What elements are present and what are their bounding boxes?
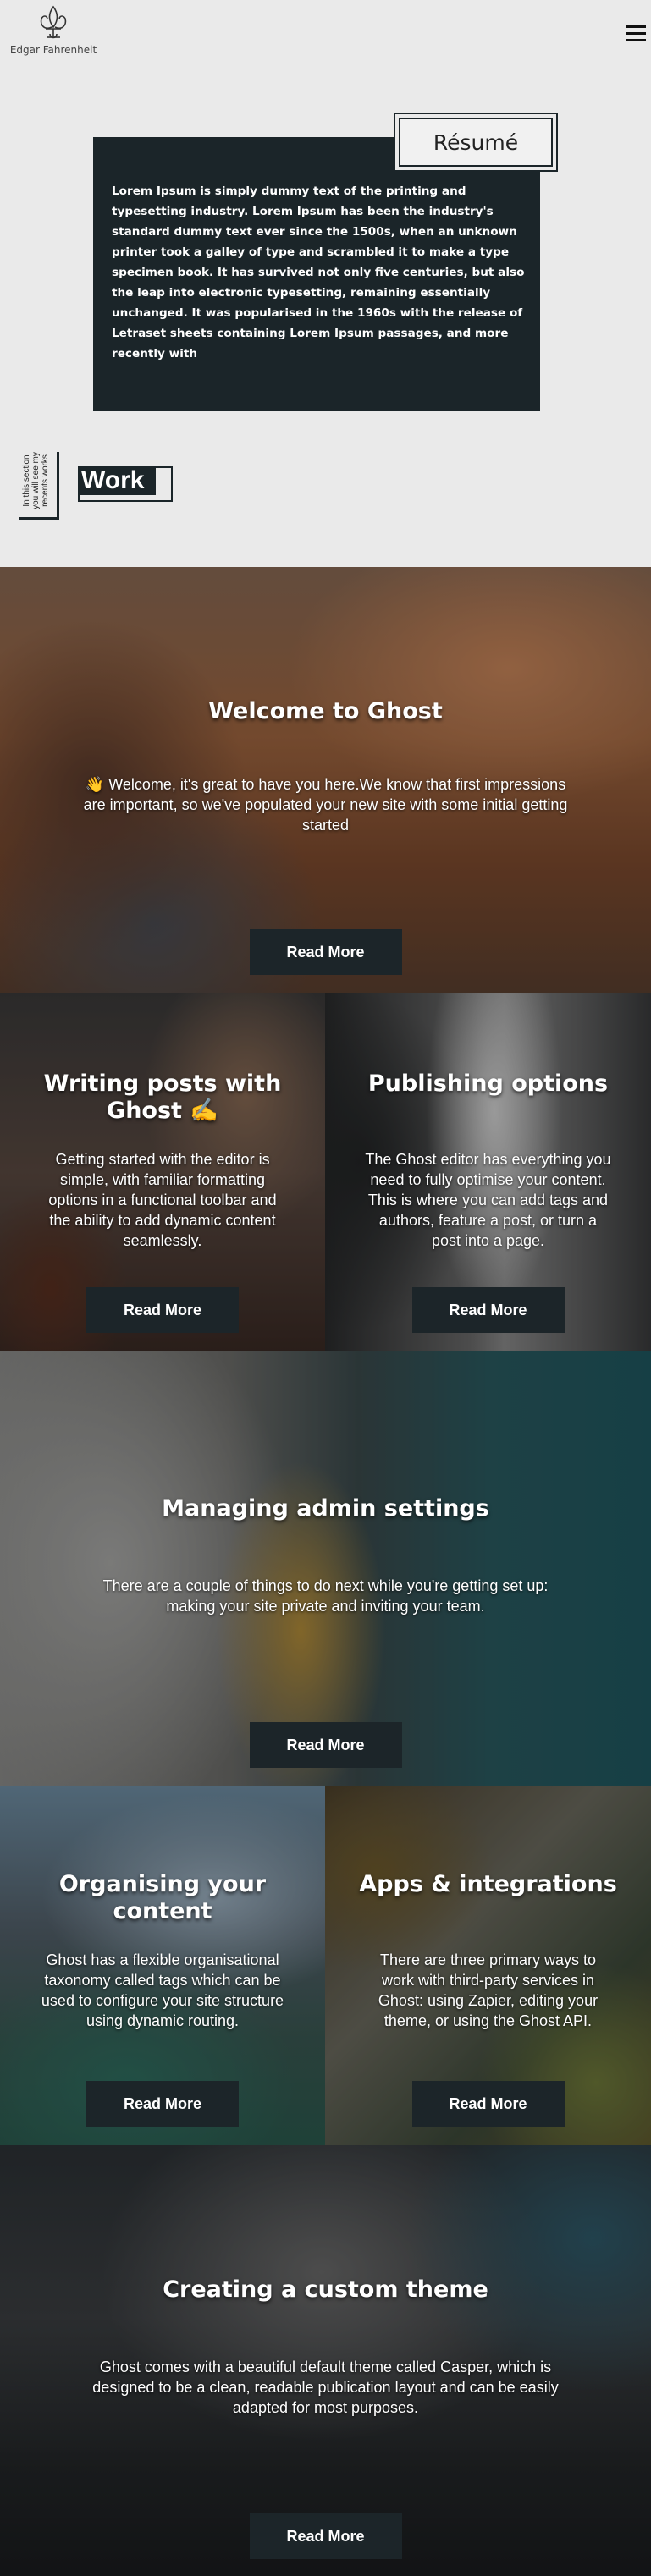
work-heading-frame: Work xyxy=(78,466,173,502)
work-note-frame: In this section you will see my recents … xyxy=(19,452,59,520)
work-note-text: In this section you will see my recents … xyxy=(22,452,50,509)
resume-title: Résumé xyxy=(399,118,553,167)
post-excerpt: Getting started with the editor is simpl… xyxy=(48,1151,277,1249)
read-more-button[interactable]: Read More xyxy=(86,2081,239,2127)
post-excerpt: There are a couple of things to do next … xyxy=(102,1577,549,1615)
post-card-publishing-options[interactable]: Publishing options The Ghost editor has … xyxy=(325,993,651,1351)
post-title[interactable]: Creating a custom theme xyxy=(25,2276,626,2304)
post-card-custom-theme[interactable]: Creating a custom theme Ghost comes with… xyxy=(0,2145,651,2576)
post-excerpt: There are three primary ways to work wit… xyxy=(378,1951,599,2029)
post-card-organising-content[interactable]: Organising your content Ghost has a flex… xyxy=(0,1786,325,2145)
logo-text: Edgar Fahrenheit xyxy=(9,44,97,56)
resume-text: Lorem Ipsum is simply dummy text of the … xyxy=(112,184,525,361)
post-card-admin-settings[interactable]: Managing admin settings There are a coup… xyxy=(0,1351,651,1786)
site-header: Edgar Fahrenheit xyxy=(0,0,651,76)
post-title[interactable]: Managing admin settings xyxy=(25,1495,626,1522)
post-excerpt: Ghost has a flexible organisational taxo… xyxy=(41,1951,284,2029)
post-title[interactable]: Welcome to Ghost xyxy=(25,698,626,725)
post-excerpt: The Ghost editor has everything you need… xyxy=(365,1151,611,1249)
read-more-button[interactable]: Read More xyxy=(86,1287,239,1333)
work-heading: Work xyxy=(78,466,156,495)
read-more-button[interactable]: Read More xyxy=(411,2081,565,2127)
post-title[interactable]: Publishing options xyxy=(350,1071,626,1098)
post-excerpt: 👋 Welcome, it's great to have you here.W… xyxy=(83,776,568,834)
post-title[interactable]: Writing posts with Ghost ✍️ xyxy=(25,1071,300,1125)
read-more-button[interactable]: Read More xyxy=(249,929,402,975)
post-card-apps-integrations[interactable]: Apps & integrations There are three prim… xyxy=(325,1786,651,2145)
post-excerpt: Ghost comes with a beautiful default the… xyxy=(92,2359,559,2416)
read-more-button[interactable]: Read More xyxy=(411,1287,565,1333)
site-logo[interactable]: Edgar Fahrenheit xyxy=(7,5,100,56)
post-card-writing-posts[interactable]: Writing posts with Ghost ✍️ Getting star… xyxy=(0,993,325,1351)
hamburger-menu-icon[interactable] xyxy=(626,25,646,42)
read-more-button[interactable]: Read More xyxy=(249,2513,402,2559)
resume-card: Lorem Ipsum is simply dummy text of the … xyxy=(93,137,540,411)
fleur-de-lis-icon xyxy=(40,5,67,39)
read-more-button[interactable]: Read More xyxy=(249,1722,402,1768)
post-title[interactable]: Apps & integrations xyxy=(350,1871,626,1898)
post-title[interactable]: Organising your content xyxy=(25,1871,300,1925)
post-card-welcome[interactable]: Welcome to Ghost 👋 Welcome, it's great t… xyxy=(0,567,651,993)
resume-title-frame: Résumé xyxy=(394,113,558,172)
